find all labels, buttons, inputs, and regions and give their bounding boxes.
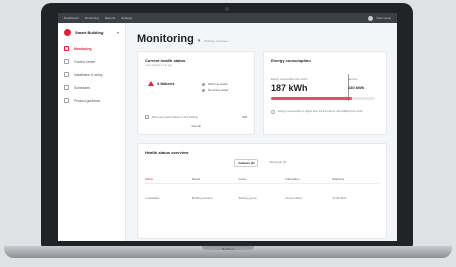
- sidebar-item-schedules[interactable]: Schedules: [58, 81, 125, 94]
- page-subtitle: Building overview: [204, 39, 228, 43]
- brand-selector[interactable]: Smart Building ▾: [58, 23, 125, 42]
- sidebar-item-label: Control center: [74, 59, 96, 64]
- avatar: [368, 15, 374, 21]
- monitor-icon: [64, 46, 69, 51]
- wrench-icon: [64, 72, 69, 77]
- table-header: Status Device Group Information Date/tim…: [145, 177, 379, 184]
- energy-label: Energy consumption this month: [271, 78, 308, 81]
- column-header[interactable]: Information: [285, 177, 332, 183]
- table-row[interactable]: Unavailable Building actuator Building g…: [145, 196, 379, 202]
- energy-progress-fill: [271, 97, 353, 100]
- view-all-link[interactable]: View all: [138, 124, 254, 128]
- energy-note-text: Energy consumption is higher than the li…: [278, 110, 363, 113]
- column-header[interactable]: Device: [192, 177, 239, 183]
- page-title: Monitoring: [137, 33, 194, 45]
- energy-note: Energy consumption is higher than the li…: [271, 110, 379, 114]
- column-header[interactable]: Status: [145, 177, 192, 183]
- failure-ratio: 3/28: [241, 115, 247, 119]
- sidebar-item-label: Monitoring: [74, 46, 92, 51]
- calendar-icon: [64, 85, 69, 90]
- main-content: Monitoring ▾ Building overview Current h…: [125, 23, 397, 241]
- column-header[interactable]: Group: [239, 177, 286, 183]
- laptop-label: MacBook: [221, 247, 235, 251]
- table-cell: 14.04.2024: [332, 196, 347, 200]
- card-title: Energy consumption: [271, 58, 311, 63]
- table-cell: Building actuator: [191, 196, 213, 200]
- dot-icon: [202, 88, 205, 92]
- legend-ok: No active faults: [202, 88, 229, 92]
- overview-tabs: Failures (3) Warnings (5): [138, 159, 386, 167]
- user-menu[interactable]: User name: [368, 15, 391, 21]
- sidebar: Smart Building ▾ Monitoring Control cent…: [58, 23, 126, 241]
- top-bar: Dashboard Monitoring Reports Settings Us…: [58, 13, 397, 23]
- column-header[interactable]: Date/time: [332, 177, 379, 183]
- camera: [225, 7, 229, 11]
- filter-label: Show only active failures in this buildi…: [152, 115, 198, 119]
- title-row: Monitoring ▾ Building overview: [137, 33, 228, 45]
- sidebar-item-label: Schedules: [74, 85, 90, 90]
- filter-checkbox[interactable]: [145, 115, 149, 119]
- card-title: Current health status: [145, 58, 186, 63]
- legend-label: No active faults: [208, 88, 229, 92]
- chevron-down-icon[interactable]: ▾: [198, 38, 201, 44]
- sidebar-item-label: Installation & setup: [74, 72, 103, 77]
- energy-card: Energy consumption Energy consumption th…: [263, 51, 387, 135]
- table-cell: Building group: [238, 196, 257, 200]
- app-screen: Dashboard Monitoring Reports Settings Us…: [58, 13, 397, 241]
- limit-label: Set limit: [348, 78, 358, 81]
- sidebar-item-monitoring[interactable]: Monitoring: [58, 42, 125, 55]
- legend-warning: Warning states: [202, 82, 228, 86]
- card-subtitle: Last updated 5 min ago: [145, 64, 173, 67]
- sidebar-item-control-center[interactable]: Control center: [58, 55, 125, 68]
- control-icon: [64, 59, 69, 64]
- table-cell: Unavailable: [145, 196, 160, 200]
- topbar-item-monitoring[interactable]: Monitoring: [85, 16, 99, 20]
- failure-count: 3 failures: [157, 81, 175, 86]
- laptop-base: MacBook: [4, 246, 452, 258]
- energy-value: 187 kWh: [271, 83, 308, 93]
- logo-icon: [64, 29, 71, 36]
- book-icon: [64, 98, 69, 103]
- energy-progress-bar: [271, 97, 375, 100]
- laptop-lid: Dashboard Monitoring Reports Settings Us…: [41, 3, 413, 248]
- legend-label: Warning states: [208, 82, 228, 86]
- dot-icon: [202, 82, 205, 86]
- tab-failures[interactable]: Failures (3): [234, 159, 259, 167]
- topbar-item-reports[interactable]: Reports: [105, 16, 116, 20]
- chevron-down-icon: ▾: [116, 30, 119, 35]
- tab-warnings[interactable]: Warnings (5): [266, 159, 289, 167]
- health-status-card: Current health status Last updated 5 min…: [137, 51, 255, 135]
- sidebar-item-installation[interactable]: Installation & setup: [58, 68, 125, 81]
- topbar-item-dashboard[interactable]: Dashboard: [64, 16, 79, 20]
- user-name: User name: [376, 16, 391, 20]
- topbar-item-settings[interactable]: Settings: [121, 16, 132, 20]
- info-icon: [271, 110, 275, 114]
- limit-value: 140 kWh: [348, 85, 365, 90]
- sidebar-item-guidance[interactable]: Product guidance: [58, 94, 125, 107]
- sidebar-item-label: Product guidance: [74, 98, 101, 103]
- health-overview-card: Health status overview Failures (3) Warn…: [137, 143, 387, 239]
- table-cell: Device offline: [285, 196, 303, 200]
- filter-row: Show only active failures in this buildi…: [145, 115, 247, 119]
- warning-icon: [148, 81, 154, 86]
- card-title: Health status overview: [145, 150, 189, 155]
- brand-name: Smart Building: [75, 30, 104, 35]
